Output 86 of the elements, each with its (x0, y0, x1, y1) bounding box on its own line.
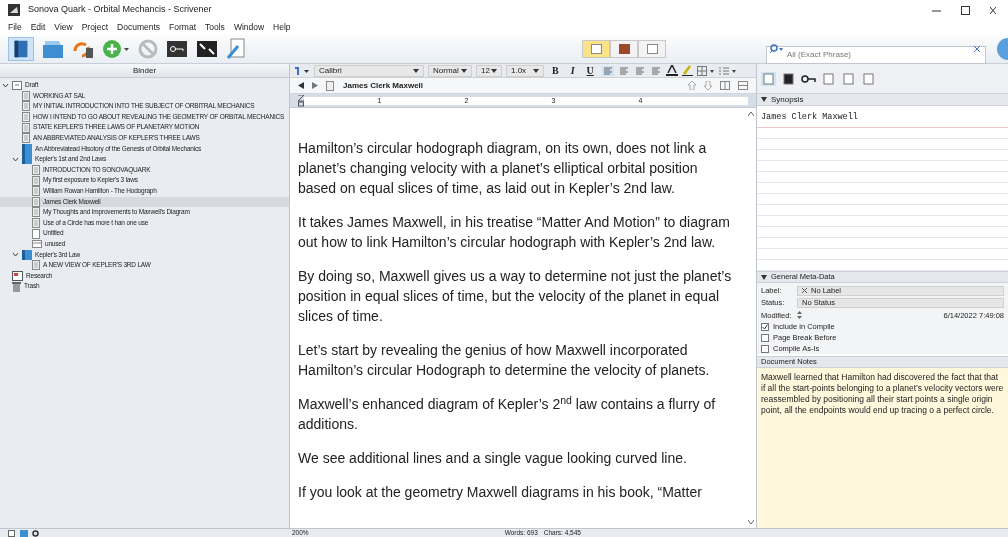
view-mode-button[interactable] (638, 40, 666, 58)
menu-item[interactable]: View (54, 21, 73, 34)
underline-button[interactable]: U (582, 63, 598, 78)
search-icon (770, 44, 783, 53)
menu-item[interactable]: Project (81, 21, 109, 34)
checkbox[interactable] (761, 333, 769, 342)
binder-folder-icon (22, 143, 32, 154)
view-mode-button[interactable] (610, 40, 638, 58)
dropdown-arrow-icon (413, 68, 419, 73)
collapse-triangle-icon (761, 97, 767, 102)
body-paragraph: Hamilton’s circular hodograph diagram, on its own, does not link a planet’s changing velocity with a planet’s elliptical orbital position based on equal slices of time, as laid out in Kepler’s 2nd law. (298, 139, 708, 198)
card-icon (32, 240, 42, 249)
research-folder-icon (12, 271, 23, 281)
chevron-icon[interactable] (2, 81, 9, 89)
menu-item[interactable]: Window (233, 21, 265, 34)
split-horizontal-icon[interactable] (738, 81, 748, 90)
window-title: Sonova Quark - Orbital Mechancis - Scrivener (28, 3, 212, 17)
body-paragraph: Let’s start by revealing the genius of how Maxwell incorporated Hamilton’s circular Hodograph to determine the velocity of planets. (298, 341, 711, 380)
dropdown-arrow-icon (491, 68, 497, 73)
style-dropdown[interactable]: Normal (428, 64, 472, 77)
list-icon[interactable] (718, 65, 737, 76)
spacing-dropdown[interactable]: 1.0x (506, 64, 544, 77)
corkboard-icon (618, 44, 630, 54)
dropdown-arrow-icon (461, 68, 467, 73)
search-field[interactable]: All (Exact Phrase) (766, 45, 986, 64)
collapse-triangle-icon (761, 274, 767, 280)
menu-item[interactable]: Help (273, 21, 291, 34)
binder-folder-icon (22, 249, 32, 260)
settings-icon[interactable] (32, 529, 39, 537)
stepper-icon[interactable] (797, 311, 803, 320)
app-icon (8, 4, 20, 16)
menu-item[interactable]: File (8, 21, 22, 34)
forward-arrow-icon[interactable] (312, 82, 318, 89)
body-paragraph: Maxwell’s enhanced diagram of Kepler’s 2$^{nd}$ law contains a flurry of additions. (298, 394, 717, 434)
key-icon[interactable] (166, 39, 188, 59)
trash-icon (12, 281, 21, 292)
scroll-down-icon[interactable] (748, 520, 754, 524)
sync-icon[interactable] (72, 39, 94, 59)
bold-button[interactable]: B (548, 63, 563, 78)
back-arrow-icon[interactable] (298, 82, 304, 89)
paragraph-style-icon[interactable] (294, 66, 310, 75)
dropdown-arrow-icon (533, 68, 539, 73)
add-icon[interactable] (102, 39, 130, 59)
round-button-icon[interactable] (994, 37, 1008, 61)
chevron-icon[interactable] (12, 251, 19, 259)
indent-marker-icon[interactable] (298, 94, 304, 107)
synopsis-header[interactable]: Synopsis (757, 94, 1008, 106)
scroll-up-icon[interactable] (748, 112, 754, 116)
binder-header: Binder (0, 64, 289, 78)
size-dropdown[interactable]: 12 (476, 64, 502, 77)
compile-icon[interactable] (226, 38, 246, 60)
document-title: James Clerk Maxwell (343, 79, 424, 92)
draft-folder-icon (12, 80, 22, 91)
add-document-icon[interactable] (8, 529, 16, 537)
font-dropdown[interactable]: Calibri (314, 64, 424, 77)
body-paragraph: By doing so, Maxwell gives us a way to determine not just the planet’s position in equal slices of time, but the velocity of the planet in equal slices of time. (298, 267, 733, 326)
add-folder-icon[interactable] (20, 529, 28, 537)
body-paragraph: It takes James Maxwell, in his treatise “Matter And Motion” to diagram out how to link Hamilton’s circular hodograph with Kepler’s 2nd law. (298, 213, 731, 252)
binder-folder-icon (22, 154, 32, 165)
body-paragraph: We see additional lines and a single vague looking curved line. (298, 449, 688, 468)
maximize-icon[interactable] (961, 5, 970, 15)
x-icon (802, 288, 807, 294)
collection-icon[interactable] (42, 39, 64, 59)
document-view-icon (590, 44, 602, 54)
blank-page-icon (32, 228, 40, 239)
check-icon (762, 323, 768, 330)
highlighter-icon[interactable] (681, 65, 693, 76)
menu-item[interactable]: Edit (30, 21, 46, 34)
split-vertical-icon[interactable] (720, 81, 730, 90)
binder-toggle-icon[interactable] (8, 37, 34, 61)
body-paragraph: If you look at the geometry Maxwell diagrams in his book, “Matter (298, 483, 703, 502)
text-color-icon[interactable] (665, 65, 678, 76)
italic-button[interactable]: I (566, 63, 579, 78)
checkbox[interactable] (761, 344, 769, 353)
chevron-icon[interactable] (12, 155, 19, 163)
clear-icon[interactable] (974, 46, 980, 52)
checkbox[interactable] (761, 322, 769, 331)
outline-icon (646, 44, 658, 54)
table-icon[interactable] (696, 65, 715, 76)
menu-item[interactable]: Format (169, 21, 197, 34)
document-icon (32, 260, 40, 271)
close-icon[interactable] (990, 5, 996, 15)
menu-item[interactable]: Documents (117, 21, 161, 34)
view-mode-button[interactable] (582, 40, 610, 58)
full-screen-icon[interactable] (196, 39, 218, 59)
menu-item[interactable]: Tools (205, 21, 225, 34)
